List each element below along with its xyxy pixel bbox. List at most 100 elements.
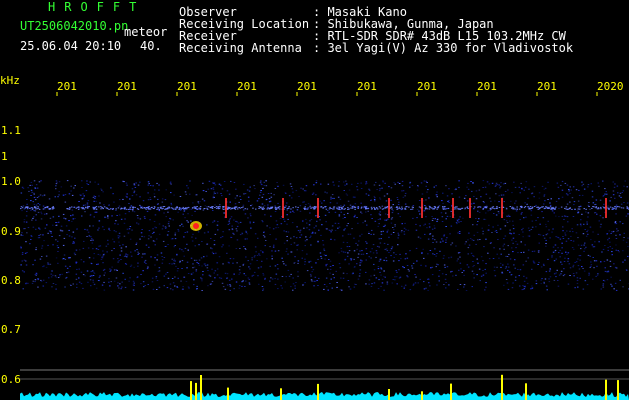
noise-pixel	[600, 223, 602, 225]
noise-pixel	[463, 270, 465, 272]
noise-pixel	[561, 180, 564, 182]
noise-pixel	[569, 275, 571, 276]
noise-pixel	[196, 288, 198, 289]
noise-pixel	[24, 252, 27, 254]
noise-pixel	[605, 191, 607, 193]
noise-pixel	[587, 229, 589, 231]
noise-pixel	[117, 285, 119, 287]
noise-pixel	[172, 289, 174, 291]
noise-pixel	[397, 237, 399, 239]
carrier-pixel	[277, 206, 280, 208]
noise-pixel	[315, 182, 318, 184]
noise-pixel	[403, 233, 406, 235]
noise-pixel	[243, 193, 245, 195]
noise-pixel	[513, 264, 515, 266]
noise-pixel	[242, 264, 244, 266]
noise-pixel	[445, 241, 447, 243]
noise-pixel	[426, 191, 428, 193]
noise-pixel	[406, 257, 409, 259]
noise-pixel	[92, 275, 95, 276]
carrier-pixel	[444, 206, 446, 208]
noise-pixel	[64, 286, 66, 288]
noise-pixel	[404, 195, 406, 197]
level-spike	[388, 389, 390, 400]
noise-pixel	[160, 252, 163, 254]
carrier-pixel	[129, 208, 131, 210]
noise-pixel	[589, 208, 591, 210]
noise-pixel	[625, 215, 628, 217]
noise-pixel	[118, 241, 120, 243]
noise-pixel	[86, 180, 88, 182]
noise-pixel	[460, 221, 462, 222]
noise-pixel	[274, 283, 277, 285]
y-tick: 0.7	[1, 323, 21, 336]
noise-pixel	[472, 182, 474, 184]
noise-pixel	[627, 246, 629, 247]
noise-pixel	[94, 211, 96, 213]
noise-pixel	[373, 263, 375, 265]
carrier-pixel	[363, 206, 366, 208]
noise-pixel	[191, 214, 193, 216]
noise-pixel	[429, 233, 432, 235]
noise-pixel	[62, 213, 65, 215]
carrier-pixel	[164, 208, 166, 210]
noise-pixel	[507, 263, 509, 265]
noise-pixel	[244, 274, 247, 276]
noise-pixel	[242, 209, 245, 211]
noise-pixel	[229, 289, 231, 291]
noise-pixel	[594, 212, 597, 213]
noise-pixel	[326, 192, 328, 194]
noise-pixel	[448, 188, 450, 190]
noise-pixel	[213, 220, 216, 222]
noise-pixel	[296, 226, 298, 228]
noise-pixel	[124, 218, 126, 220]
noise-pixel	[262, 273, 264, 274]
level-spike	[450, 383, 452, 400]
noise-pixel	[569, 192, 571, 194]
carrier-pixel	[211, 206, 213, 208]
noise-pixel	[206, 243, 208, 245]
noise-pixel	[34, 274, 37, 276]
noise-pixel	[368, 231, 370, 233]
noise-pixel	[147, 181, 150, 183]
noise-pixel	[126, 196, 128, 198]
noise-pixel	[277, 268, 279, 270]
noise-pixel	[307, 203, 310, 205]
carrier-pixel	[533, 206, 536, 207]
carrier-pixel	[343, 208, 345, 210]
noise-pixel	[441, 273, 444, 275]
noise-pixel	[609, 265, 612, 267]
noise-pixel	[32, 226, 35, 228]
carrier-pixel	[579, 208, 581, 210]
noise-pixel	[93, 216, 95, 218]
noise-pixel	[343, 190, 345, 191]
noise-pixel	[273, 194, 275, 196]
noise-pixel	[254, 246, 257, 248]
noise-pixel	[457, 289, 459, 290]
noise-pixel	[254, 233, 257, 235]
noise-pixel	[43, 240, 45, 242]
noise-pixel	[404, 192, 407, 194]
noise-pixel	[105, 245, 108, 247]
noise-pixel	[497, 211, 500, 213]
noise-pixel	[261, 196, 264, 198]
noise-pixel	[75, 278, 78, 280]
carrier-pixel	[158, 208, 160, 210]
noise-pixel	[477, 221, 479, 222]
carrier-pixel	[194, 207, 196, 209]
noise-pixel	[503, 243, 506, 245]
carrier-pixel	[524, 206, 527, 207]
carrier-pixel	[154, 206, 156, 208]
noise-pixel	[397, 232, 399, 234]
noise-pixel	[260, 190, 262, 191]
noise-pixel	[81, 187, 83, 188]
carrier-pixel	[367, 208, 370, 210]
noise-pixel	[86, 236, 88, 237]
meteor-echo	[282, 198, 284, 218]
noise-pixel	[52, 224, 54, 226]
noise-pixel	[73, 187, 75, 189]
noise-pixel	[78, 207, 80, 209]
noise-pixel	[204, 205, 206, 207]
carrier-pixel	[455, 208, 457, 210]
noise-pixel	[383, 289, 385, 291]
